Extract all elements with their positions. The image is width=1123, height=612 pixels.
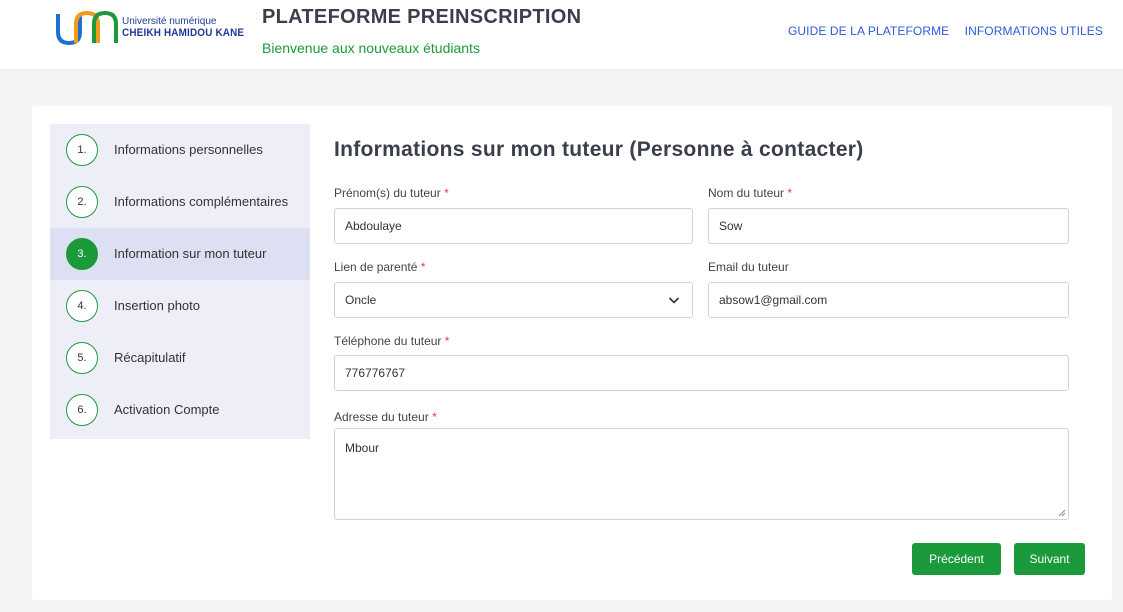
required-mark: * — [432, 410, 437, 424]
nom-label: Nom du tuteur * — [708, 186, 792, 200]
nav-link-guide[interactable]: GUIDE DE LA PLATEFORME — [788, 24, 949, 38]
platform-title: PLATEFORME PREINSCRIPTION — [262, 6, 582, 28]
adresse-label: Adresse du tuteur * — [334, 410, 437, 424]
chevron-down-icon — [668, 297, 680, 304]
university-logo-icon — [56, 10, 118, 46]
nom-label-text: Nom du tuteur — [708, 186, 785, 200]
step-number: 3. — [66, 238, 98, 270]
prenom-input[interactable]: Abdoulaye — [334, 208, 693, 244]
required-mark: * — [444, 334, 450, 348]
adresse-label-text: Adresse du tuteur — [334, 410, 429, 424]
resize-grip-icon[interactable] — [1056, 507, 1066, 517]
email-label: Email du tuteur — [708, 260, 789, 274]
logo-text-line2: CHEIKH HAMIDOU KANE — [122, 27, 245, 39]
step-label: Informations complémentaires — [114, 194, 289, 209]
step-label: Insertion photo — [114, 298, 201, 313]
platform-subtitle: Bienvenue aux nouveaux étudiants — [262, 40, 480, 56]
nav-link-infos[interactable]: INFORMATIONS UTILES — [965, 24, 1103, 38]
lien-select-value: Oncle — [345, 293, 377, 307]
prenom-label-text: Prénom(s) du tuteur — [334, 186, 441, 200]
top-nav: GUIDE DE LA PLATEFORME INFORMATIONS UTIL… — [776, 24, 1103, 38]
telephone-input[interactable]: 776776767 — [334, 355, 1069, 391]
form-card: 1. Informations personnelles 2. Informat… — [32, 106, 1112, 600]
form-title: Informations sur mon tuteur (Personne à … — [334, 138, 864, 161]
adresse-value: Mbour — [345, 441, 380, 455]
step-label: Information sur mon tuteur — [114, 246, 267, 261]
lien-label: Lien de parenté * — [334, 260, 425, 274]
step-number: 4. — [66, 290, 98, 322]
step-item-recapitulatif[interactable]: 5. Récapitulatif — [50, 332, 310, 384]
required-mark: * — [444, 186, 449, 200]
step-number: 1. — [66, 134, 98, 166]
step-item-insertion-photo[interactable]: 4. Insertion photo — [50, 280, 310, 332]
university-logo[interactable]: Université numérique CHEIKH HAMIDOU KANE — [54, 10, 244, 46]
adresse-textarea[interactable]: Mbour — [334, 428, 1069, 520]
steps-sidebar: 1. Informations personnelles 2. Informat… — [50, 124, 310, 439]
lien-select[interactable]: Oncle — [334, 282, 693, 318]
step-label: Informations personnelles — [114, 142, 263, 157]
step-item-information-tuteur[interactable]: 3. Information sur mon tuteur — [50, 228, 310, 280]
logo-text-line1: Université numérique — [122, 16, 217, 27]
prenom-label: Prénom(s) du tuteur * — [334, 186, 449, 200]
step-item-informations-complementaires[interactable]: 2. Informations complémentaires — [50, 176, 310, 228]
telephone-label-text: Téléphone du tuteur — [334, 334, 442, 348]
top-header: Université numérique CHEIKH HAMIDOU KANE… — [0, 0, 1123, 70]
next-button[interactable]: Suivant — [1014, 543, 1085, 575]
step-label: Activation Compte — [114, 402, 220, 417]
telephone-label: Téléphone du tuteur * — [334, 334, 449, 348]
step-number: 5. — [66, 342, 98, 374]
previous-button[interactable]: Précédent — [912, 543, 1001, 575]
step-item-activation-compte[interactable]: 6. Activation Compte — [50, 384, 310, 436]
step-label: Récapitulatif — [114, 350, 186, 365]
step-item-informations-personnelles[interactable]: 1. Informations personnelles — [50, 124, 310, 176]
lien-label-text: Lien de parenté — [334, 260, 418, 274]
required-mark: * — [787, 186, 793, 200]
nom-input[interactable]: Sow — [708, 208, 1069, 244]
step-number: 6. — [66, 394, 98, 426]
email-input[interactable]: absow1@gmail.com — [708, 282, 1069, 318]
required-mark: * — [420, 260, 426, 274]
step-number: 2. — [66, 186, 98, 218]
